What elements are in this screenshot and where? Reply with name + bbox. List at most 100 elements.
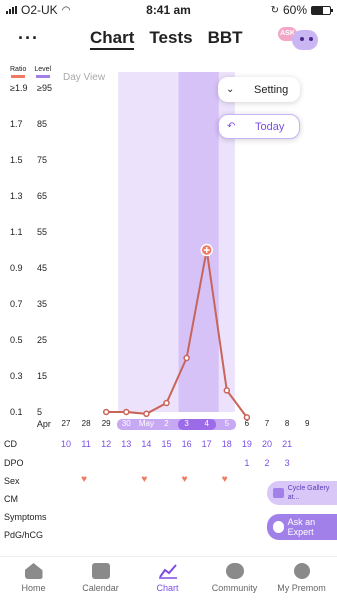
level-tick-label: 5 (37, 407, 43, 417)
level-tick-label: 65 (37, 191, 48, 201)
chart-icon-svg (158, 564, 177, 579)
ratio-tick-label: 1.3 (10, 191, 23, 201)
ask-expert-label: Ask an Expert (287, 517, 316, 537)
nav-home[interactable]: Home (0, 563, 67, 593)
top-bar: ··· Chart Tests BBT ASK (0, 22, 337, 56)
robot-eye-right (309, 37, 313, 41)
home-icon (24, 563, 43, 579)
ratio-tick-label: 0.3 (10, 371, 23, 381)
battery-icon (311, 5, 333, 15)
date-cell[interactable]: 2 (157, 419, 177, 428)
data-point (223, 387, 231, 394)
return-icon: ↶ (227, 121, 236, 132)
date-cell[interactable]: 9 (297, 419, 317, 428)
date-cell[interactable]: 27 (56, 419, 76, 428)
chart-icon (158, 563, 177, 579)
tab-chart[interactable]: Chart (90, 28, 135, 50)
dpo-cell: 1 (244, 458, 250, 468)
nav-my-premom[interactable]: My Premom (268, 563, 335, 593)
ratio-tick-label: 1.7 (10, 119, 23, 129)
date-cell[interactable]: 4 (197, 419, 217, 428)
data-point (183, 354, 190, 362)
level-tick-label: 85 (37, 119, 48, 129)
level-tick-label: 45 (37, 263, 48, 273)
heart-icon[interactable]: ♥ (222, 474, 228, 485)
cd-cell: 18 (221, 439, 232, 449)
nav-calendar-label: Calendar (82, 583, 119, 593)
ratio-tick-label: 0.5 (10, 335, 23, 345)
community-icon (225, 563, 244, 579)
premom-icon (293, 563, 310, 579)
cycle-gallery-chip[interactable]: Cycle Gallery at... (267, 481, 337, 505)
sex-row-label: Sex (4, 476, 20, 486)
cd-cell: 13 (121, 439, 132, 449)
date-cell[interactable]: 3 (177, 419, 197, 428)
date-cell[interactable]: 6 (237, 419, 257, 428)
cd-cell: 19 (241, 439, 252, 449)
robot-eye-left (300, 37, 304, 41)
cd-cell: 17 (201, 439, 212, 449)
nav-chart[interactable]: Chart (134, 563, 201, 593)
nav-premom-label: My Premom (277, 583, 326, 593)
level-tick-label: 55 (37, 227, 48, 237)
status-right: ↻ 60% (270, 3, 333, 17)
setting-button[interactable]: ⌄ Setting (218, 77, 300, 102)
ask-expert-chip[interactable]: Ask an Expert (267, 514, 337, 540)
ask-assistant-button[interactable]: ASK (278, 26, 320, 52)
date-cell[interactable]: 30 (116, 419, 136, 428)
date-cell[interactable]: May (136, 419, 156, 428)
date-cell[interactable]: 5 (217, 419, 237, 428)
month-prefix-apr: Apr (36, 419, 51, 429)
nav-community-label: Community (211, 583, 258, 593)
rotation-lock-icon: ↻ (270, 4, 279, 16)
day-view-label: Day View (63, 72, 106, 83)
heart-icon[interactable]: ♥ (182, 474, 188, 485)
cd-cell: 14 (141, 439, 152, 449)
today-label: Today (255, 120, 285, 133)
level-tick-label: 25 (37, 335, 48, 345)
battery-percent: 60% (282, 3, 307, 17)
heart-icon[interactable]: ♥ (141, 474, 147, 485)
nav-home-label: Home (21, 583, 46, 593)
nav-community[interactable]: Community (201, 563, 268, 593)
view-tabs: Chart Tests BBT (90, 28, 243, 50)
ratio-tick-label: 1.1 (10, 227, 23, 237)
data-point (143, 410, 150, 418)
today-button[interactable]: ↶ Today (218, 114, 300, 139)
setting-label: Setting (254, 83, 289, 96)
gallery-icon (273, 488, 284, 498)
level-tick-label: 15 (37, 371, 48, 381)
status-bar: O2-UK ◠ 8:41 am ↻ 60% (0, 0, 337, 20)
date-row: Apr 27 28 29 30 May 2 3 4 5 6 7 8 9 (0, 419, 337, 431)
date-cell[interactable]: 7 (257, 419, 277, 428)
data-point (163, 399, 170, 407)
ratio-tick-label: 1.5 (10, 155, 23, 165)
ratio-tick-label: 0.1 (10, 407, 23, 417)
cd-cell: 15 (161, 439, 172, 449)
chevron-down-icon: ⌄ (226, 84, 235, 95)
date-cell[interactable]: 8 (277, 419, 297, 428)
nav-chart-label: Chart (156, 583, 179, 593)
tab-tests[interactable]: Tests (149, 28, 192, 50)
ratio-tick-label: ≥1.9 (10, 83, 28, 93)
level-tick-label: 35 (37, 299, 48, 309)
ratio-tick-label: 0.7 (10, 299, 23, 309)
ratio-tick-label: 0.9 (10, 263, 23, 273)
symptoms-row-label: Symptoms (4, 512, 47, 522)
heart-icon[interactable]: ♥ (81, 474, 87, 485)
dpo-cell: 3 (284, 458, 290, 468)
dpo-row-label: DPO (4, 458, 24, 468)
more-menu-icon[interactable]: ··· (18, 28, 39, 49)
cd-cell: 20 (261, 439, 272, 449)
expert-icon (273, 521, 284, 533)
nav-calendar[interactable]: Calendar (67, 563, 134, 593)
bottom-nav: Home Calendar Chart Community My Premom (0, 556, 337, 600)
date-cell[interactable]: 29 (96, 419, 116, 428)
date-cell[interactable]: 28 (76, 419, 96, 428)
dpo-cell: 2 (264, 458, 270, 468)
cd-cell: 10 (60, 439, 71, 449)
robot-icon (292, 30, 318, 50)
cd-row-label: CD (4, 439, 17, 449)
tab-bbt[interactable]: BBT (208, 28, 243, 50)
calendar-icon (91, 563, 110, 579)
